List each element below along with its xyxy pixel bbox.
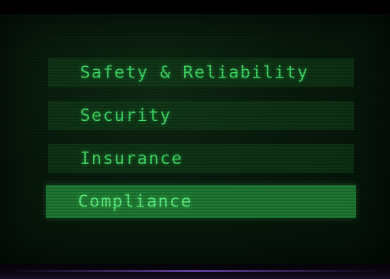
- menu-item-safety-reliability[interactable]: Safety & Reliability: [48, 58, 354, 87]
- menu-item-compliance[interactable]: Compliance: [46, 185, 356, 218]
- menu-item-security[interactable]: Security: [48, 101, 354, 130]
- menu-item-label: Safety & Reliability: [80, 62, 309, 83]
- menu-screen: Safety & Reliability Security Insurance …: [0, 14, 390, 264]
- menu-item-label: Security: [80, 105, 172, 126]
- menu-item-label: Insurance: [80, 148, 183, 169]
- main-menu: Safety & Reliability Security Insurance …: [0, 14, 390, 264]
- menu-item-insurance[interactable]: Insurance: [48, 144, 354, 173]
- top-bezel: [0, 0, 390, 14]
- menu-item-label: Compliance: [78, 191, 193, 212]
- bottom-bezel: [0, 264, 390, 279]
- display-frame: Safety & Reliability Security Insurance …: [0, 0, 390, 279]
